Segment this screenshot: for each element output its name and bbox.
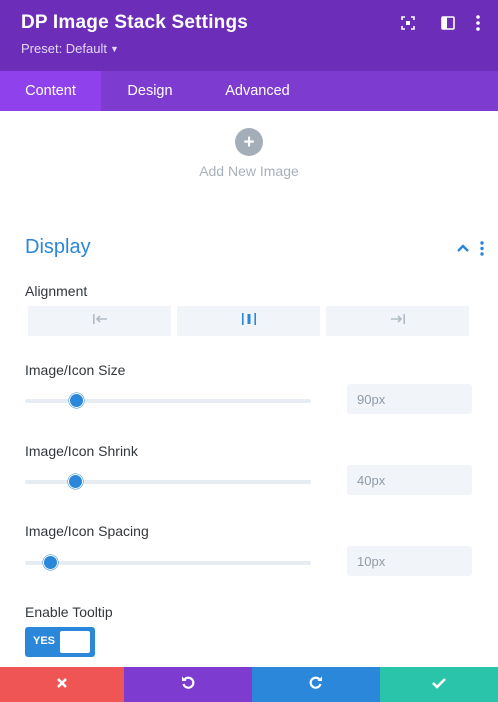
size-input[interactable] [347,384,472,414]
preset-label: Preset: Default [21,41,107,56]
shrink-label: Image/Icon Shrink [25,443,138,459]
section-more-icon[interactable] [480,240,490,256]
align-center-button[interactable] [177,306,320,336]
undo-icon [180,674,196,695]
size-slider-thumb[interactable] [68,393,84,408]
footer-actions [0,667,498,702]
size-slider[interactable] [25,393,311,408]
tab-content[interactable]: Content [0,71,101,111]
chevron-up-icon[interactable] [455,240,471,256]
align-center-icon [241,312,257,331]
add-image-label[interactable]: Add New Image [0,163,498,179]
section-title-display[interactable]: Display [25,236,91,259]
tab-bar: Content Design Advanced [0,71,498,111]
spacing-slider-thumb[interactable] [43,555,59,570]
redo-button[interactable] [252,667,380,702]
spacing-slider[interactable] [25,555,311,570]
toggle-state-label: YES [33,635,56,647]
sidebar-icon[interactable] [438,13,458,33]
preset-selector[interactable]: Preset: Default ▼ [21,41,119,56]
align-right-button[interactable] [326,306,469,336]
spacing-input[interactable] [347,546,472,576]
shrink-slider-thumb[interactable] [67,474,83,489]
shrink-input[interactable] [347,465,472,495]
save-button[interactable] [380,667,498,702]
check-icon [431,676,447,694]
toggle-knob [60,631,90,653]
more-vertical-icon[interactable] [468,13,488,33]
tooltip-label: Enable Tooltip [25,604,113,620]
tab-advanced[interactable]: Advanced [199,71,316,111]
size-label: Image/Icon Size [25,362,126,378]
add-image-button[interactable]: + [235,128,263,156]
add-image-area: + Add New Image [0,128,498,179]
shrink-slider[interactable] [25,474,311,489]
modal-title: DP Image Stack Settings [21,12,249,33]
plus-icon: + [243,131,255,153]
caret-down-icon: ▼ [110,44,119,54]
cancel-button[interactable] [0,667,124,702]
undo-button[interactable] [124,667,252,702]
spacing-label: Image/Icon Spacing [25,523,149,539]
close-icon [56,676,68,694]
expand-icon[interactable] [398,13,418,33]
tab-design[interactable]: Design [101,71,199,111]
alignment-buttons [28,306,469,336]
alignment-label: Alignment [25,283,88,299]
tooltip-toggle[interactable]: YES [25,627,95,657]
align-left-icon [92,312,108,330]
align-left-button[interactable] [28,306,171,336]
modal-header: DP Image Stack Settings Preset: Default ▼ [0,0,498,71]
redo-icon [308,674,324,695]
align-right-icon [390,312,406,330]
